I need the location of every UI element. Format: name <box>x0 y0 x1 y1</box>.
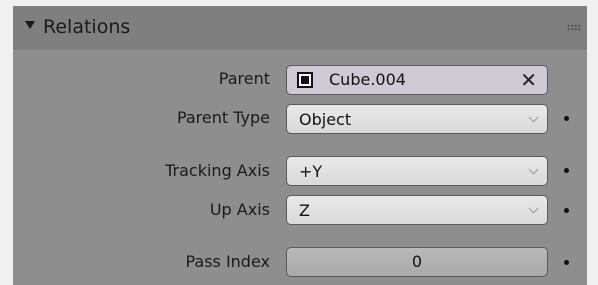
relations-panel: Relations Parent Cube.004 ✕ Parent Type … <box>13 6 587 285</box>
clear-parent-button[interactable]: ✕ <box>520 68 537 92</box>
pass-index-field[interactable]: 0 <box>286 247 548 277</box>
parent-value: Cube.004 <box>329 70 406 89</box>
tracking-axis-select[interactable]: +Y <box>286 156 548 186</box>
chevron-down-icon <box>528 112 539 123</box>
pass-index-label: Pass Index <box>185 252 270 271</box>
panel-header[interactable]: Relations <box>13 6 587 50</box>
parent-label: Parent <box>218 69 270 88</box>
up-axis-keyframe-dot[interactable] <box>564 208 569 213</box>
panel-title: Relations <box>43 16 131 38</box>
parent-type-keyframe-dot[interactable] <box>564 116 569 121</box>
tracking-axis-keyframe-dot[interactable] <box>564 168 569 173</box>
pass-index-keyframe-dot[interactable] <box>564 260 569 265</box>
drag-grip-icon[interactable] <box>567 24 581 31</box>
up-axis-label: Up Axis <box>209 200 270 219</box>
chevron-down-icon <box>528 164 539 175</box>
disclosure-triangle-icon[interactable] <box>25 21 35 29</box>
object-icon <box>297 72 313 88</box>
tracking-axis-value: +Y <box>299 162 323 181</box>
chevron-down-icon <box>528 203 539 214</box>
parent-type-label: Parent Type <box>176 108 270 127</box>
tracking-axis-label: Tracking Axis <box>165 161 270 180</box>
parent-type-select[interactable]: Object <box>286 104 548 134</box>
up-axis-select[interactable]: Z <box>286 195 548 225</box>
parent-field[interactable]: Cube.004 ✕ <box>286 65 548 95</box>
up-axis-value: Z <box>299 201 310 220</box>
parent-type-value: Object <box>299 110 352 129</box>
